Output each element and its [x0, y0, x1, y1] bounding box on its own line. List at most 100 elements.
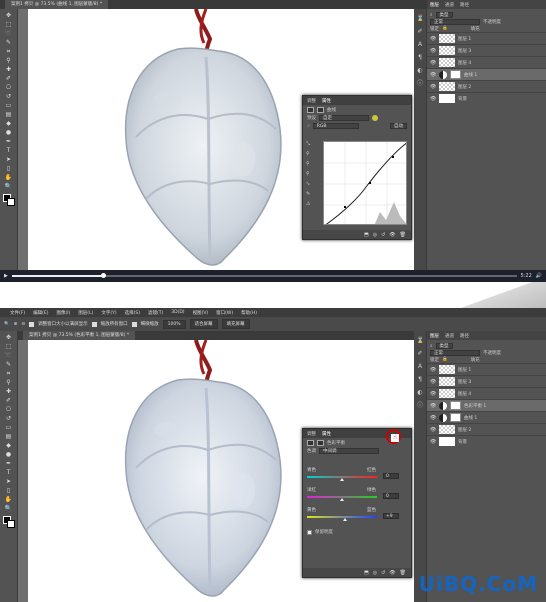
menu-type[interactable]: 文字(Y) [101, 310, 116, 316]
layer-row[interactable]: 👁 背景 [427, 92, 546, 104]
brush-settings-icon[interactable]: ✐ [417, 350, 424, 357]
scrubby-zoom-checkbox[interactable] [131, 321, 137, 327]
delete-icon[interactable]: 🗑 [400, 232, 406, 238]
eyedropper-icon[interactable]: ⚲ [4, 57, 13, 64]
zoom-out-icon[interactable]: ⊖ [21, 322, 25, 327]
visibility-icon[interactable]: 👁 [389, 570, 395, 576]
info-icon[interactable]: ⓘ [417, 80, 424, 87]
blend-mode-select[interactable]: 正常 [430, 18, 480, 25]
zoom-tool-icon[interactable]: 🔍 [4, 322, 10, 327]
document-tab[interactable]: 案例1 拷贝 @ 73.5% (色彩平衡 1, 图层蒙版/8) * [23, 331, 136, 340]
mask-icon[interactable] [317, 106, 324, 113]
zoom-all-checkbox[interactable] [91, 321, 97, 327]
video-progress-knob[interactable] [100, 273, 106, 278]
preserve-luminosity-checkbox[interactable] [307, 529, 312, 535]
history-icon[interactable]: ⌛ [417, 337, 424, 344]
layer-row[interactable]: 👁 图层 1 [427, 363, 546, 375]
layer-row[interactable]: 👁 图层 3 [427, 375, 546, 387]
layer-row[interactable]: 👁 曲线 1 [427, 411, 546, 423]
menu-image[interactable]: 图像(I) [56, 310, 70, 316]
paragraph-icon[interactable]: ¶ [417, 376, 424, 383]
adjustments-icon[interactable]: ◐ [417, 67, 424, 74]
history-icon[interactable]: ⌛ [417, 15, 424, 22]
move-tool-icon[interactable]: ✥ [4, 334, 13, 341]
tab-channels[interactable]: 通道 [445, 333, 454, 339]
lock-icon[interactable]: 🔒 [442, 26, 448, 31]
gradient-tool-icon[interactable]: ▤ [4, 433, 13, 440]
gradient-tool-icon[interactable]: ▤ [4, 111, 13, 118]
reset-icon[interactable]: ↺ [381, 232, 385, 238]
white-eyedropper-icon[interactable]: ⚲ [306, 171, 310, 177]
visibility-icon[interactable]: 👁 [389, 232, 395, 238]
tab-layers[interactable]: 图层 [430, 2, 439, 8]
shape-tool-icon[interactable]: ▯ [4, 487, 13, 494]
layer-row[interactable]: 👁 图层 4 [427, 387, 546, 399]
zoom-in-icon[interactable]: ⊕ [14, 322, 18, 327]
history-brush-icon[interactable]: ↺ [4, 415, 13, 422]
volume-icon[interactable]: 🔊 [536, 273, 542, 279]
visibility-eye-icon[interactable]: 👁 [430, 36, 436, 42]
eraser-icon[interactable]: ▭ [4, 424, 13, 431]
menu-file[interactable]: 文件(F) [10, 310, 25, 316]
move-tool-icon[interactable]: ✥ [4, 12, 13, 19]
stamp-tool-icon[interactable]: ⎔ [4, 84, 13, 91]
preset-select[interactable]: 自定 [319, 115, 369, 121]
menu-edit[interactable]: 编辑(E) [33, 310, 48, 316]
view-previous-icon[interactable]: ◎ [373, 232, 377, 238]
quick-select-icon[interactable]: ✎ [4, 39, 13, 46]
brush-settings-icon[interactable]: ✐ [417, 28, 424, 35]
hand-tool-icon[interactable]: ✋ [4, 496, 13, 503]
layer-mask-thumbnail[interactable] [450, 70, 461, 79]
yellow-blue-slider[interactable] [307, 516, 377, 518]
path-select-icon[interactable]: ➤ [4, 156, 13, 163]
yellow-blue-value[interactable]: +9 [383, 513, 399, 519]
clip-to-layer-icon[interactable]: ⬒ [364, 570, 369, 576]
layer-row[interactable]: 👁 图层 1 [427, 32, 546, 44]
cyan-red-value[interactable]: 0 [383, 473, 399, 479]
layer-name[interactable]: 图层 1 [458, 36, 471, 42]
type-tool-icon[interactable]: T [4, 147, 13, 154]
color-swatches-icon[interactable] [2, 516, 15, 528]
adjustments-icon[interactable]: ◐ [417, 389, 424, 396]
gray-eyedropper-icon[interactable]: ⚲ [306, 161, 310, 167]
visibility-eye-icon[interactable]: 👁 [430, 391, 436, 397]
fill-screen-button[interactable]: 填充屏幕 [221, 319, 250, 329]
view-previous-icon[interactable]: ◎ [373, 570, 377, 576]
magenta-green-slider-thumb[interactable] [340, 498, 344, 501]
magenta-green-value[interactable]: 0 [383, 493, 399, 499]
dodge-tool-icon[interactable]: ● [4, 451, 13, 458]
healing-brush-icon[interactable]: ✚ [4, 66, 13, 73]
layer-name[interactable]: 曲线 1 [464, 415, 477, 421]
channel-select[interactable]: RGB [312, 123, 359, 129]
marquee-tool-icon[interactable]: ⬚ [4, 343, 13, 350]
tab-properties[interactable]: 属性 [322, 431, 331, 437]
yellow-blue-slider-thumb[interactable] [343, 518, 347, 521]
tab-properties[interactable]: 属性 [322, 98, 331, 104]
visibility-eye-icon[interactable]: 👁 [430, 60, 436, 66]
video-progress-track[interactable] [11, 273, 517, 278]
resize-windows-checkbox[interactable] [29, 321, 35, 327]
layer-name[interactable]: 图层 4 [458, 60, 471, 66]
blur-tool-icon[interactable]: ◆ [4, 442, 13, 449]
marquee-tool-icon[interactable]: ⬚ [4, 21, 13, 28]
layer-filter-select[interactable]: 类型 [435, 11, 453, 18]
zoom-100-button[interactable]: 100% [162, 319, 186, 329]
visibility-eye-icon[interactable]: 👁 [430, 403, 436, 409]
history-brush-icon[interactable]: ↺ [4, 93, 13, 100]
layer-name[interactable]: 图层 2 [458, 427, 471, 433]
eyedropper-icon[interactable]: ⚲ [4, 379, 13, 386]
menu-3d[interactable]: 3D(D) [171, 310, 184, 315]
pencil-icon[interactable]: ✎ [306, 191, 310, 197]
pen-tool-icon[interactable]: ✒ [4, 138, 13, 145]
lasso-tool-icon[interactable]: ➰ [4, 352, 13, 359]
layer-name[interactable]: 图层 3 [458, 379, 471, 385]
color-swatches-icon[interactable] [2, 194, 15, 206]
character-icon[interactable]: A [417, 41, 424, 48]
layer-name[interactable]: 背景 [458, 439, 467, 445]
layer-name[interactable]: 色彩平衡 1 [464, 403, 486, 409]
tab-paths[interactable]: 路径 [460, 333, 469, 339]
cyan-red-slider-thumb[interactable] [340, 478, 344, 481]
visibility-eye-icon[interactable]: 👁 [430, 96, 436, 102]
auto-button[interactable]: 自动 [390, 123, 407, 129]
dodge-tool-icon[interactable]: ● [4, 129, 13, 136]
